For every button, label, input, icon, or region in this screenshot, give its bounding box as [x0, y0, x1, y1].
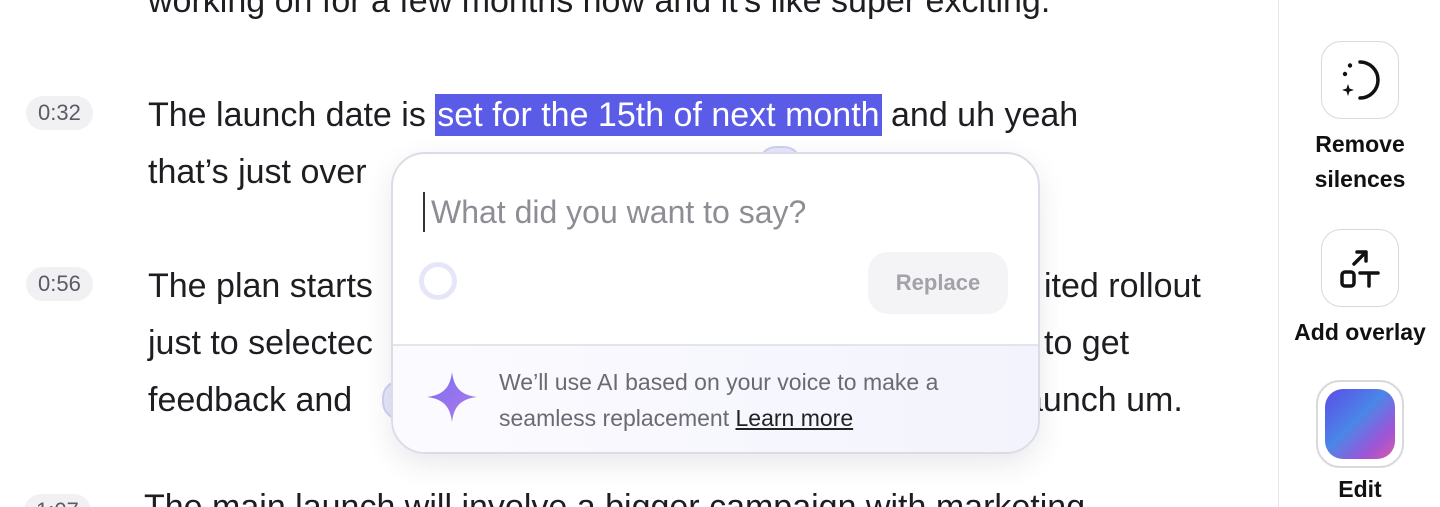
replace-button[interactable]: Replace [868, 252, 1008, 314]
learn-more-link[interactable]: Learn more [736, 405, 854, 431]
timestamp-badge[interactable]: 1:07 [24, 494, 91, 507]
transcript-line[interactable]: to get [1044, 326, 1129, 360]
replacement-text-input[interactable] [423, 192, 991, 232]
ai-note: We’ll use AI based on your voice to make… [499, 364, 1019, 436]
transcript-line[interactable]: just to selectec [148, 326, 373, 360]
add-overlay-button[interactable] [1321, 229, 1399, 307]
ai-info-footer: We’ll use AI based on your voice to make… [393, 344, 1038, 452]
transcript-line[interactable]: aunch um. [1024, 383, 1183, 417]
transcript-text[interactable]: The launch date is [148, 96, 435, 134]
transcript-line-partial-bottom[interactable]: The main launch will involve a bigger ca… [144, 490, 1085, 507]
loading-spinner-icon [419, 262, 457, 300]
add-overlay-label: Add overlay [1294, 319, 1426, 345]
remove-silences-label: Remove silences [1314, 131, 1406, 192]
tools-sidebar: Remove silences Add overlay Edit [1278, 0, 1440, 507]
selected-text-highlight[interactable]: set for the 15th of next month [435, 94, 882, 136]
edit-button[interactable] [1316, 380, 1404, 468]
transcript-text[interactable]: and uh yeah [882, 96, 1078, 134]
transcript-line[interactable]: feedback and [148, 383, 352, 417]
edit-tool[interactable]: Edit [1279, 380, 1440, 507]
edit-label: Edit [1338, 476, 1382, 502]
transcript-line[interactable]: The plan starts [148, 269, 373, 303]
transcript-line[interactable]: that’s just over [148, 155, 367, 189]
edit-gradient-icon [1325, 389, 1395, 459]
add-overlay-tool[interactable]: Add overlay [1279, 229, 1440, 350]
replace-popover: Replace We’ll use AI based on your voice… [391, 152, 1040, 454]
transcript-line[interactable]: ited rollout [1044, 269, 1201, 303]
transcript-line-partial-top[interactable]: working on for a few months now and it's… [148, 0, 1050, 18]
timestamp-badge[interactable]: 0:56 [26, 267, 93, 301]
add-overlay-icon [1340, 250, 1380, 288]
transcript-line[interactable]: The launch date is set for the 15th of n… [148, 94, 1078, 136]
remove-silences-button[interactable] [1321, 41, 1399, 119]
ai-note-text: We’ll use AI based on your voice to make… [499, 369, 939, 431]
ai-sparkle-icon [427, 372, 477, 422]
timestamp-badge[interactable]: 0:32 [26, 96, 93, 130]
remove-silences-tool[interactable]: Remove silences [1279, 41, 1440, 197]
remove-silences-icon [1342, 60, 1380, 100]
